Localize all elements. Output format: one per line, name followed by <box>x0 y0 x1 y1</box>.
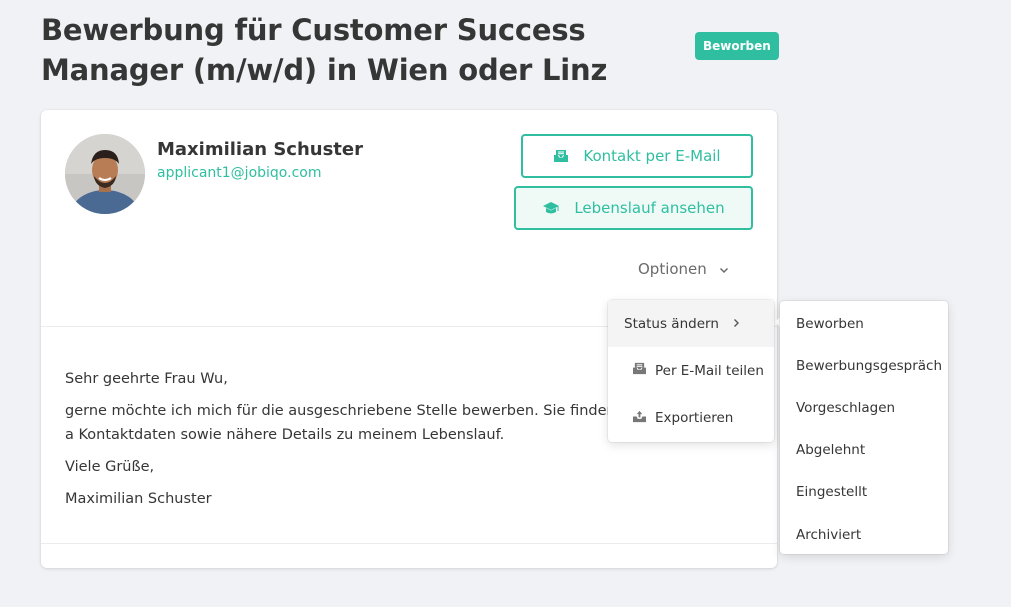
status-submenu: Beworben Bewerbungsgespräch Vorgeschlage… <box>780 301 948 554</box>
avatar-photo <box>65 134 145 214</box>
share-email-label: Per E-Mail teilen <box>655 362 764 379</box>
status-option-abgelehnt[interactable]: Abgelehnt <box>796 442 865 458</box>
change-status-label: Status ändern <box>624 315 719 332</box>
inbox-icon <box>632 362 647 379</box>
divider <box>41 543 777 544</box>
letter-signature: Maximilian Schuster <box>65 491 212 507</box>
inbox-icon <box>553 149 569 163</box>
chevron-right-icon <box>733 316 740 332</box>
applicant-name: Maximilian Schuster <box>157 139 363 160</box>
letter-greeting: Sehr geehrte Frau Wu, <box>65 371 228 387</box>
chevron-down-icon <box>719 260 729 278</box>
options-menu: Status ändern Per E-Mail teilen Exportie… <box>608 300 774 442</box>
export-label: Exportieren <box>655 410 734 426</box>
applicant-email-link[interactable]: applicant1@jobiqo.com <box>157 165 321 181</box>
status-option-archiviert[interactable]: Archiviert <box>796 527 861 543</box>
contact-email-label: Kontakt per E-Mail <box>583 147 721 165</box>
status-option-eingestellt[interactable]: Eingestellt <box>796 484 867 500</box>
status-option-beworben[interactable]: Beworben <box>796 316 864 332</box>
letter-closing: Viele Grüße, <box>65 459 155 475</box>
page-title: Bewerbung für Customer Success Manager (… <box>41 13 608 87</box>
menu-item-change-status[interactable]: Status ändern <box>608 300 774 347</box>
options-dropdown-trigger[interactable]: Optionen <box>638 260 729 278</box>
view-cv-button[interactable]: Lebenslauf ansehen <box>514 186 753 230</box>
cover-letter: Sehr geehrte Frau Wu, gerne möchte ich m… <box>65 367 625 519</box>
export-tray-icon <box>632 410 647 427</box>
status-badge: Beworben <box>695 32 779 60</box>
view-cv-label: Lebenslauf ansehen <box>574 199 725 217</box>
menu-item-share-email[interactable]: Per E-Mail teilen <box>608 347 774 394</box>
contact-email-button[interactable]: Kontakt per E-Mail <box>521 134 753 178</box>
graduation-cap-icon <box>542 201 560 215</box>
avatar <box>65 134 145 214</box>
options-label: Optionen <box>638 260 707 278</box>
menu-item-export[interactable]: Exportieren <box>608 394 774 442</box>
letter-body: gerne möchte ich mich für die ausgeschri… <box>65 403 616 443</box>
status-option-vorgeschlagen[interactable]: Vorgeschlagen <box>796 400 895 416</box>
status-option-bewerbungsgespraech[interactable]: Bewerbungsgespräch <box>796 358 942 374</box>
